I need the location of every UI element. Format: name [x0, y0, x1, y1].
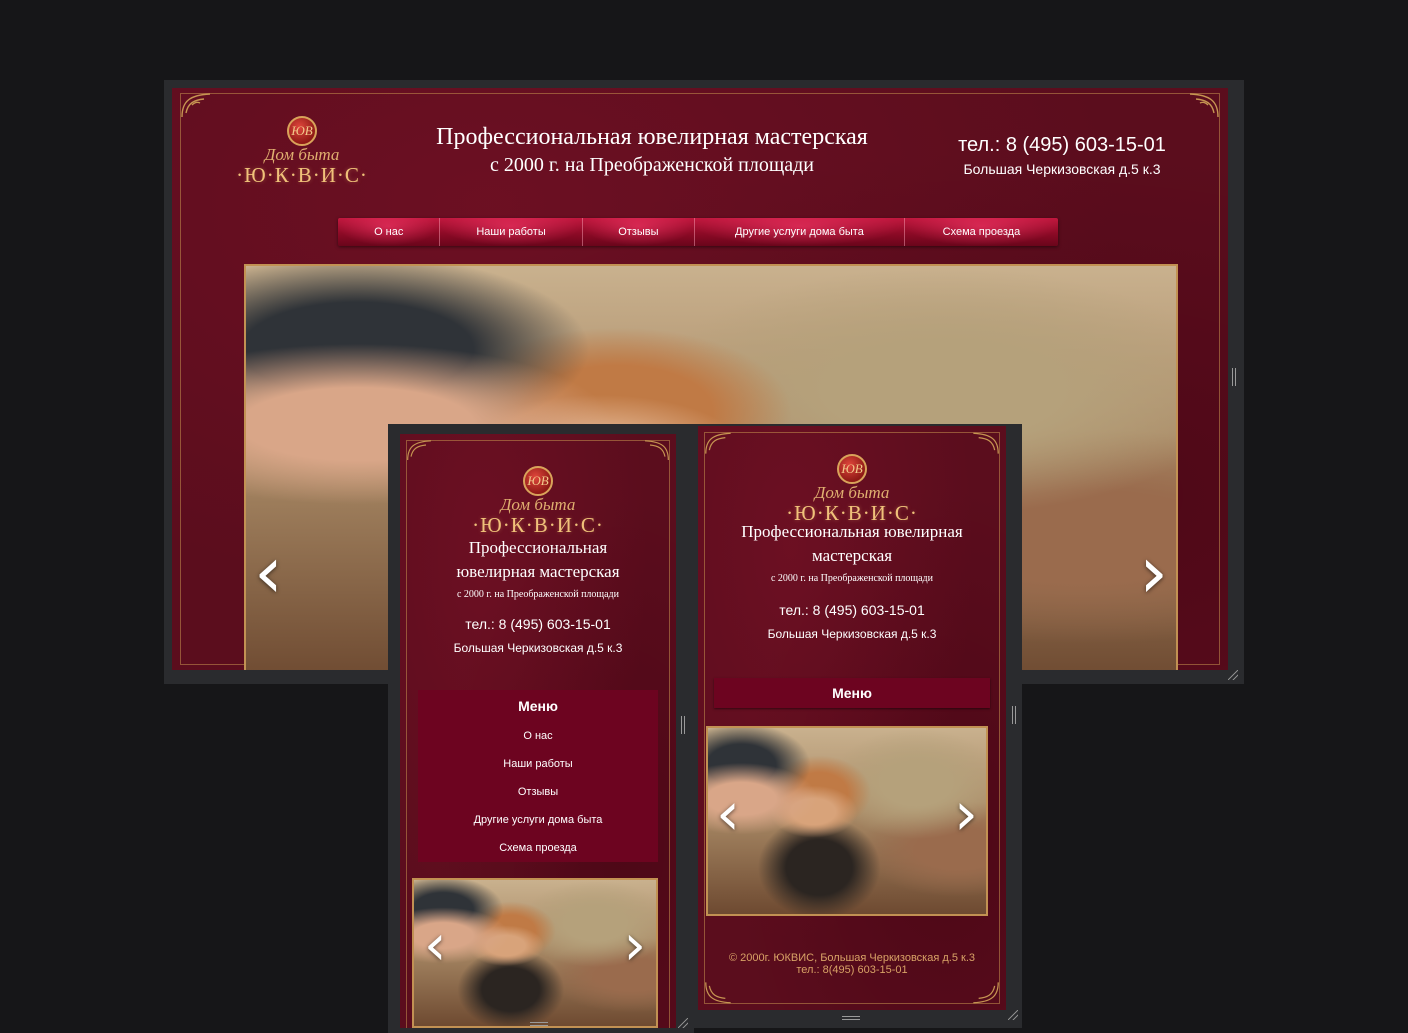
mobile-menu: Меню О нас Наши работы Отзывы Другие усл…	[418, 690, 658, 862]
address: Большая Черкизовская д.5 к.3	[453, 641, 623, 655]
mobile-wide-page: ЮВ Дом быта ·Ю·К·В·И·С· Профессиональная…	[698, 426, 1006, 1010]
page-title: Профессиональная ювелирная мастерская	[741, 522, 963, 565]
nav-item-reviews[interactable]: Отзывы	[582, 218, 696, 246]
page-title: Профессиональная ювелирная мастерская	[456, 538, 620, 581]
menu-item-reviews[interactable]: Отзывы	[418, 778, 658, 806]
menu-item-about[interactable]: О нас	[418, 722, 658, 750]
resize-handle-right[interactable]	[1232, 368, 1236, 386]
slider-photo: ‹ ›	[412, 878, 658, 1028]
menu-title[interactable]: Меню	[418, 690, 658, 722]
ornament-corner-icon	[1184, 91, 1220, 119]
resize-handle-bottom[interactable]	[842, 1016, 860, 1020]
mobile-wide-preview-frame: ЮВ Дом быта ·Ю·К·В·И·С· Профессиональная…	[694, 424, 1022, 1028]
logo-emblem-icon: ЮВ	[287, 116, 317, 146]
resize-grip-icon[interactable]	[678, 1018, 688, 1028]
phone-number[interactable]: тел.: 8 (495) 603-15-01	[410, 614, 666, 634]
menu-item-works[interactable]: Наши работы	[418, 750, 658, 778]
nav-item-about[interactable]: О нас	[338, 218, 441, 246]
page-subtitle: с 2000 г. на Преображенской площади	[770, 573, 934, 584]
ornament-corner-icon	[640, 438, 670, 462]
slider-next-arrow-icon[interactable]: ›	[1139, 536, 1168, 608]
logo-emblem-icon: ЮВ	[523, 466, 553, 496]
logo-brand: ·Ю·К·В·И·С·	[236, 163, 368, 187]
logo-emblem-icon: ЮВ	[837, 454, 867, 484]
footer-phone: тел.: 8(495) 603-15-01	[796, 964, 908, 976]
ornament-corner-icon	[968, 430, 1000, 456]
main-nav: О нас Наши работы Отзывы Другие услуги д…	[338, 218, 1058, 246]
footer-copyright: © 2000г. ЮКВИС, Большая Черкизовская д.5…	[728, 952, 976, 964]
logo[interactable]: ЮВ Дом быта ·Ю·К·В·И·С·	[782, 454, 922, 525]
slider-prev-arrow-icon[interactable]: ‹	[254, 536, 283, 608]
nav-item-directions[interactable]: Схема проезда	[904, 218, 1058, 246]
logo-script: Дом быта	[264, 145, 340, 164]
slider-next-arrow-icon[interactable]: ›	[954, 784, 978, 844]
slider-prev-arrow-icon[interactable]: ‹	[716, 784, 740, 844]
resize-handle-right[interactable]	[681, 716, 685, 734]
resize-handle-bottom[interactable]	[530, 1022, 548, 1026]
address: Большая Черкизовская д.5 к.3	[767, 627, 937, 641]
slider-prev-arrow-icon[interactable]: ‹	[424, 918, 446, 974]
contacts: тел.: 8 (495) 603-15-01 Большая Черкизов…	[932, 132, 1192, 180]
menu-item-services[interactable]: Другие услуги дома быта	[418, 806, 658, 834]
resize-handle-right[interactable]	[1012, 706, 1016, 724]
logo-brand: ·Ю·К·В·И·С·	[472, 513, 604, 537]
title-line-1: Профессиональная ювелирная мастерская	[436, 124, 868, 150]
nav-item-works[interactable]: Наши работы	[440, 218, 583, 246]
footer: © 2000г. ЮКВИС, Большая Черкизовская д.5…	[708, 952, 996, 976]
logo-script: Дом быта	[814, 483, 890, 502]
ornament-corner-icon	[968, 980, 1000, 1006]
address: Большая Черкизовская д.5 к.3	[963, 161, 1161, 177]
page-title: Профессиональная ювелирная мастерская с …	[402, 122, 902, 178]
slider-next-arrow-icon[interactable]: ›	[624, 918, 646, 974]
menu-button[interactable]: Меню	[714, 678, 990, 708]
logo[interactable]: ЮВ Дом быта ·Ю·К·В·И·С·	[468, 466, 608, 537]
ornament-corner-icon	[180, 91, 216, 119]
page-subtitle: с 2000 г. на Преображенской площади	[456, 589, 620, 600]
mobile-narrow-preview-frame: ЮВ Дом быта ·Ю·К·В·И·С· Профессиональная…	[388, 424, 694, 1033]
slider-photo: ‹ ›	[706, 726, 988, 916]
phone-number[interactable]: тел.: 8 (495) 603-15-01	[932, 132, 1192, 158]
ornament-corner-icon	[704, 430, 736, 456]
phone-number[interactable]: тел.: 8 (495) 603-15-01	[708, 600, 996, 620]
resize-grip-icon[interactable]	[1228, 670, 1238, 680]
ornament-corner-icon	[704, 980, 736, 1006]
title-line-2: с 2000 г. на Преображенской площади	[489, 154, 815, 176]
logo-script: Дом быта	[500, 495, 576, 514]
mobile-narrow-page: ЮВ Дом быта ·Ю·К·В·И·С· Профессиональная…	[400, 434, 676, 1028]
ornament-corner-icon	[406, 438, 436, 462]
menu-item-directions[interactable]: Схема проезда	[418, 834, 658, 862]
nav-item-services[interactable]: Другие услуги дома быта	[695, 218, 905, 246]
resize-grip-icon[interactable]	[1008, 1010, 1018, 1020]
logo[interactable]: ЮВ Дом быта ·Ю·К·В·И·С·	[232, 116, 372, 187]
